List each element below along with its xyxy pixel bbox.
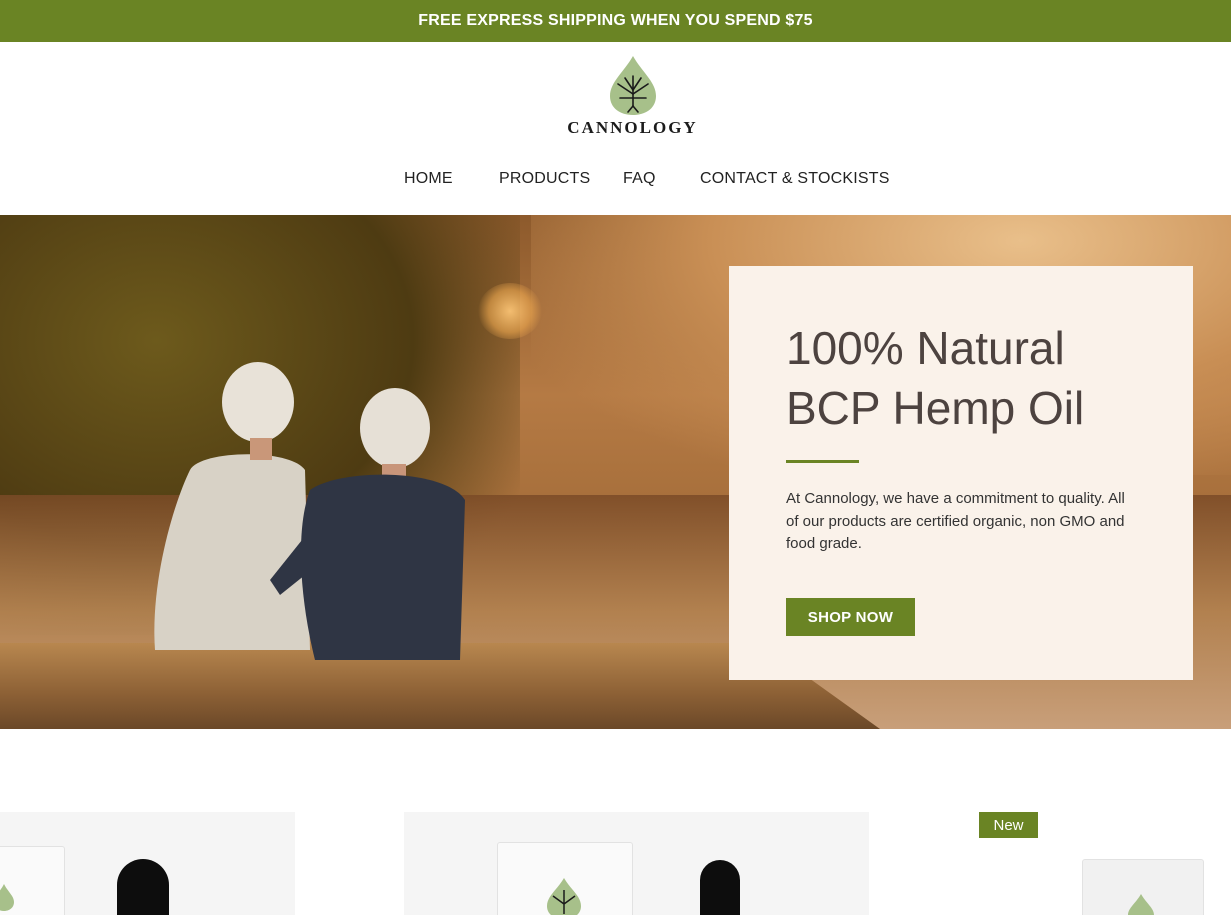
lens-flare	[478, 283, 542, 339]
hero-description: At Cannology, we have a commitment to qu…	[786, 490, 1125, 552]
main-nav: HOME PRODUCTS FAQ CONTACT & STOCKISTS	[0, 170, 1231, 194]
hero-man-figure	[270, 388, 465, 660]
dropper-bottle	[117, 859, 169, 915]
hero-divider	[786, 460, 859, 463]
cannabis-leaf-icon	[547, 878, 581, 915]
product-card-1[interactable]	[0, 812, 295, 915]
promo-text: FREE EXPRESS SHIPPING WHEN YOU SPEND $75	[418, 12, 813, 29]
brand-name: CANNOLOGY	[567, 118, 698, 137]
dropper-bottle	[700, 860, 740, 915]
nav-home[interactable]: HOME	[404, 170, 453, 188]
brand-logo[interactable]: CANNOLOGY	[565, 54, 700, 144]
cannabis-leaf-logo-icon	[609, 56, 656, 115]
nav-faq[interactable]: FAQ	[623, 170, 656, 188]
hero-title-line-2: BCP Hemp Oil	[786, 382, 1085, 434]
nav-products[interactable]: PRODUCTS	[499, 170, 590, 188]
site-header: CANNOLOGY HOME PRODUCTS FAQ CONTACT & ST…	[0, 42, 1231, 215]
nav-contact-stockists[interactable]: CONTACT & STOCKISTS	[700, 170, 890, 188]
new-badge: New	[979, 812, 1038, 838]
product-card-2[interactable]	[404, 812, 869, 915]
hero-section: 100% Natural BCP Hemp Oil At Cannology, …	[0, 215, 1231, 729]
hero-title: 100% Natural BCP Hemp Oil	[786, 318, 1166, 438]
promo-banner: FREE EXPRESS SHIPPING WHEN YOU SPEND $75	[0, 0, 1231, 42]
cannabis-leaf-icon	[1128, 894, 1154, 915]
hero-card: 100% Natural BCP Hemp Oil At Cannology, …	[729, 266, 1193, 680]
cannabis-leaf-icon	[0, 884, 14, 911]
shop-now-button[interactable]: SHOP NOW	[786, 598, 915, 636]
hero-title-line-1: 100% Natural	[786, 322, 1065, 374]
